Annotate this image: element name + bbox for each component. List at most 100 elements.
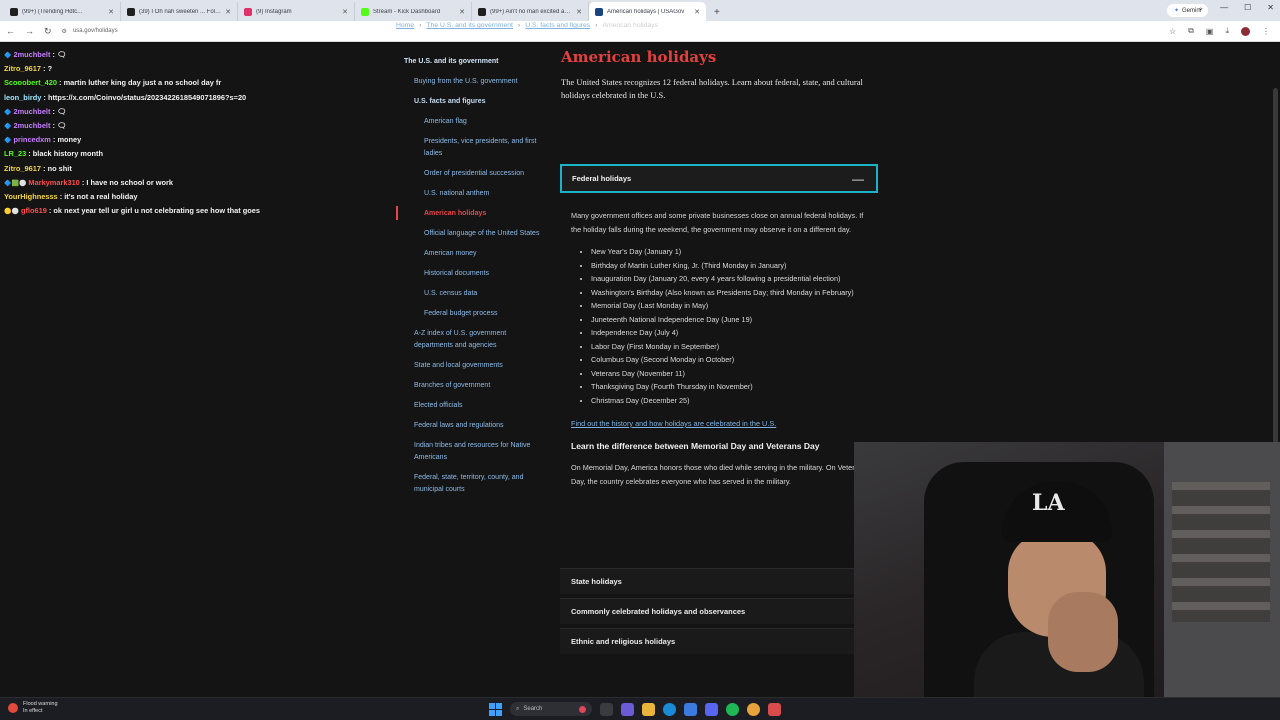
sidenav-item[interactable]: Federal laws and regulations: [396, 416, 546, 436]
browser-tab[interactable]: (99+) (Trending Hdtc... ✕: [4, 2, 121, 21]
chat-message: leon_birdy : https://x.com/Coinvo/status…: [0, 91, 292, 105]
sidenav-item[interactable]: The U.S. and its government: [396, 52, 546, 72]
holiday-history-link[interactable]: Find out the history and how holidays ar…: [571, 419, 871, 428]
search-icon: ⌕: [516, 705, 520, 712]
chrome-icon[interactable]: [747, 702, 760, 716]
tab-close-icon[interactable]: ✕: [342, 8, 348, 16]
chat-username[interactable]: YourHighnesss: [4, 192, 58, 201]
holiday-item: New Year's Day (January 1): [591, 245, 861, 259]
sidenav-item[interactable]: U.S. national anthem: [396, 184, 546, 204]
spotify-icon[interactable]: [726, 702, 739, 716]
tab-close-icon[interactable]: ✕: [225, 8, 231, 16]
page-scrollbar[interactable]: [1273, 88, 1278, 443]
window-controls: ⌄ — ☐ ✕: [1197, 3, 1274, 12]
chat-username[interactable]: Zitro_9617: [4, 164, 41, 173]
federal-holidays-accordion-header[interactable]: Federal holidays —: [560, 164, 878, 193]
sidenav-item[interactable]: American flag: [396, 112, 546, 132]
chat-badge-icon: 🔷: [4, 123, 12, 130]
sidenav-item[interactable]: State and local governments: [396, 356, 546, 376]
tab-close-icon[interactable]: ✕: [108, 8, 114, 16]
sidenav-item[interactable]: Buying from the U.S. government: [396, 72, 546, 92]
sidenav-item[interactable]: Elected officials: [396, 396, 546, 416]
common-holidays-accordion[interactable]: Commonly celebrated holidays and observa…: [560, 598, 860, 624]
chat-text: martin luther king day just a no school …: [63, 78, 222, 88]
chat-separator: :: [40, 64, 48, 74]
chat-username[interactable]: gflo619: [21, 206, 47, 215]
sidenav-item[interactable]: Indian tribes and resources for Native A…: [396, 436, 546, 468]
sidepanel-icon[interactable]: ▣: [1206, 27, 1214, 36]
sidenav-item[interactable]: Presidents, vice presidents, and first l…: [396, 132, 546, 164]
windows-start-icon[interactable]: [489, 702, 502, 716]
collapse-icon[interactable]: —: [852, 172, 864, 186]
close-window-button[interactable]: ✕: [1267, 3, 1274, 12]
breadcrumb-home[interactable]: Home: [396, 22, 414, 29]
task-view-icon[interactable]: [600, 702, 613, 716]
chat-username[interactable]: 2muchbelt: [13, 107, 50, 116]
main-content: American holidays The United States reco…: [561, 48, 863, 101]
extensions-icon[interactable]: ⧉: [1188, 26, 1194, 36]
holiday-item: Washington's Birthday (Also known as Pre…: [591, 286, 861, 300]
sidenav-item[interactable]: American money: [396, 244, 546, 264]
sidenav-item[interactable]: Federal budget process: [396, 304, 546, 324]
sidenav-item[interactable]: Order of presidential succession: [396, 164, 546, 184]
chat-badge-icon: 🔷: [4, 109, 12, 116]
browser-tab[interactable]: American holidays | USAGov ✕: [589, 2, 706, 21]
chat-username[interactable]: Markymark310: [28, 178, 79, 187]
chat-text: it's not a real holiday: [64, 191, 138, 201]
sidenav-item[interactable]: U.S. facts and figures: [396, 92, 546, 112]
federal-holidays-accordion-body: Many government offices and some private…: [571, 209, 871, 488]
sidenav-item[interactable]: Federal, state, territory, county, and m…: [396, 468, 546, 500]
breadcrumb-facts-figures[interactable]: U.S. facts and figures: [525, 22, 590, 29]
reload-icon[interactable]: ↻: [44, 26, 52, 37]
chat-text: https://x.com/Coinvo/status/202342261854…: [47, 92, 247, 102]
chat-username[interactable]: 2muchbelt: [13, 121, 50, 130]
profile-avatar[interactable]: [1241, 26, 1250, 36]
edge-icon[interactable]: [663, 702, 676, 716]
state-holidays-accordion[interactable]: State holidays: [560, 568, 860, 594]
copilot-icon[interactable]: [621, 702, 634, 716]
browser-tab[interactable]: (99+) Ain't no man excited abo... ✕: [472, 2, 589, 21]
maximize-button[interactable]: ☐: [1244, 3, 1251, 12]
sidenav-item[interactable]: A-Z index of U.S. government departments…: [396, 324, 546, 356]
breadcrumb-current: American holidays: [602, 22, 658, 29]
file-explorer-icon[interactable]: [642, 702, 655, 716]
tab-close-icon[interactable]: ✕: [576, 8, 582, 16]
downloads-icon[interactable]: ⤓: [1225, 26, 1229, 36]
back-icon[interactable]: ←: [6, 26, 15, 36]
weather-widget[interactable]: Flood warning In effect: [8, 701, 58, 714]
browser-tab[interactable]: Stream - Kick Dashboard ✕: [355, 2, 472, 21]
holiday-item: Labor Day (First Monday in September): [591, 340, 861, 354]
site-info-icon[interactable]: ⚙: [62, 28, 67, 35]
chat-username[interactable]: LR_23: [4, 149, 26, 158]
sidenav-item[interactable]: Historical documents: [396, 264, 546, 284]
chat-username[interactable]: 2muchbelt: [13, 50, 50, 59]
sidenav-item[interactable]: American holidays: [396, 204, 546, 224]
chat-username[interactable]: leon_birdy: [4, 93, 41, 102]
chat-username[interactable]: Zitro_9617: [4, 64, 41, 73]
tab-close-icon[interactable]: ✕: [694, 8, 700, 16]
forward-icon[interactable]: →: [25, 26, 34, 36]
breadcrumb-us-government[interactable]: The U.S. and its government: [426, 22, 513, 29]
taskbar-search[interactable]: ⌕ Search: [510, 702, 592, 716]
browser-tab[interactable]: (39) I Oh nah sweeten ... Folie rush ✕: [121, 2, 238, 21]
chat-username[interactable]: princedxm: [13, 135, 50, 144]
sidenav-item[interactable]: Official language of the United States: [396, 224, 546, 244]
chevron-down-icon[interactable]: ⌄: [1197, 3, 1204, 12]
tab-favicon-icon: [244, 7, 252, 16]
search-placeholder: Search: [523, 706, 543, 712]
ethnic-religious-holidays-accordion[interactable]: Ethnic and religious holidays: [560, 628, 860, 654]
sidenav-item[interactable]: U.S. census data: [396, 284, 546, 304]
url-text[interactable]: usa.gov/holidays: [73, 28, 118, 34]
photos-icon[interactable]: [684, 702, 697, 716]
minimize-button[interactable]: —: [1220, 3, 1228, 12]
chat-username[interactable]: Scooobert_420: [4, 78, 57, 87]
menu-icon[interactable]: ⋮: [1262, 27, 1270, 36]
app-icon[interactable]: [768, 702, 781, 716]
sidenav-item[interactable]: Branches of government: [396, 376, 546, 396]
tab-strip: (99+) (Trending Hdtc... ✕ (39) I Oh nah sw…: [4, 2, 706, 21]
tab-close-icon[interactable]: ✕: [459, 8, 465, 16]
discord-icon[interactable]: [705, 702, 718, 716]
bookmark-star-icon[interactable]: ☆: [1169, 27, 1176, 36]
new-tab-button[interactable]: +: [706, 7, 728, 21]
browser-tab[interactable]: (9) Instagram ✕: [238, 2, 355, 21]
